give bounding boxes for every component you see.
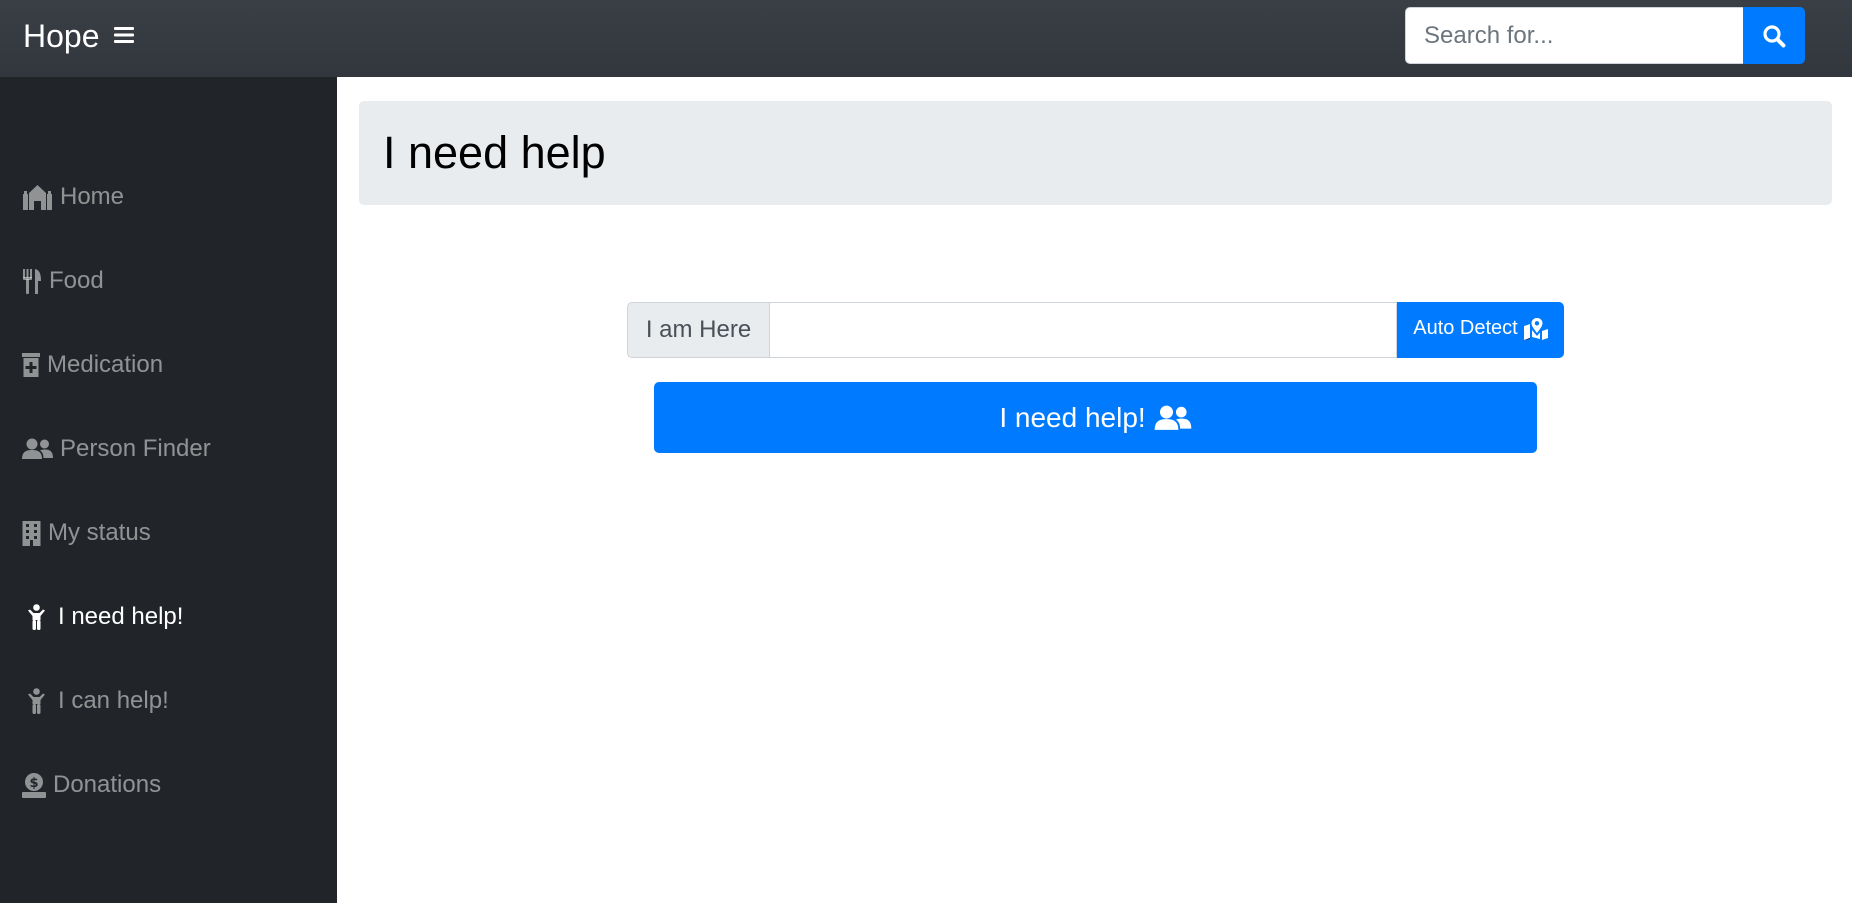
sidebar-item-label: I can help!	[58, 687, 169, 714]
home-icon	[22, 184, 53, 210]
sidebar-item-label: Donations	[53, 771, 162, 798]
child-icon	[27, 688, 46, 714]
sidebar-item-label: Medication	[47, 351, 164, 378]
search-input[interactable]	[1405, 7, 1743, 64]
sidebar-item-label: I need help!	[58, 603, 184, 630]
page-title: I need help	[383, 127, 606, 178]
sidebar-item-medication[interactable]: Medication	[22, 345, 163, 385]
users-icon	[22, 438, 53, 460]
sidebar-item-home[interactable]: Home	[22, 177, 124, 217]
location-input[interactable]	[769, 302, 1397, 358]
building-icon	[22, 520, 41, 546]
map-marked-icon	[1523, 317, 1548, 340]
top-navbar: Hope	[0, 0, 1852, 77]
page-header: I need help	[359, 101, 1832, 205]
svg-text:$: $	[29, 776, 38, 791]
location-input-group: I am Here Auto Detect	[627, 302, 1564, 358]
sidebar-item-label: Person Finder	[60, 435, 211, 462]
sidebar-item-i-need-help[interactable]: I need help!	[22, 597, 183, 637]
brand-title[interactable]: Hope	[23, 16, 100, 56]
auto-detect-label: Auto Detect	[1413, 317, 1518, 339]
sidebar-item-i-can-help[interactable]: I can help!	[22, 681, 169, 721]
search-icon	[1762, 24, 1786, 48]
donate-icon: $	[22, 772, 46, 798]
hamburger-icon[interactable]	[113, 24, 135, 46]
sidebar-item-label: Food	[49, 267, 104, 294]
search-group	[1405, 7, 1805, 64]
sidebar-item-label: My status	[48, 519, 151, 546]
sidebar-item-food[interactable]: Food	[22, 261, 104, 301]
sidebar-item-person-finder[interactable]: Person Finder	[22, 429, 211, 469]
sidebar-item-label: Home	[60, 183, 125, 210]
location-label: I am Here	[627, 302, 769, 358]
users-icon	[1154, 405, 1192, 431]
prescription-bottle-icon	[22, 352, 40, 378]
sidebar-item-donations[interactable]: $ Donations	[22, 765, 161, 805]
sidebar-item-my-status[interactable]: My status	[22, 513, 151, 553]
utensils-icon	[22, 268, 42, 294]
sidebar: Home Food Medication Person Finder My st…	[0, 77, 337, 903]
search-button[interactable]	[1743, 7, 1805, 64]
help-button-label: I need help!	[999, 401, 1146, 433]
i-need-help-button[interactable]: I need help!	[654, 382, 1537, 453]
child-icon	[27, 604, 46, 630]
auto-detect-button[interactable]: Auto Detect	[1397, 302, 1564, 358]
